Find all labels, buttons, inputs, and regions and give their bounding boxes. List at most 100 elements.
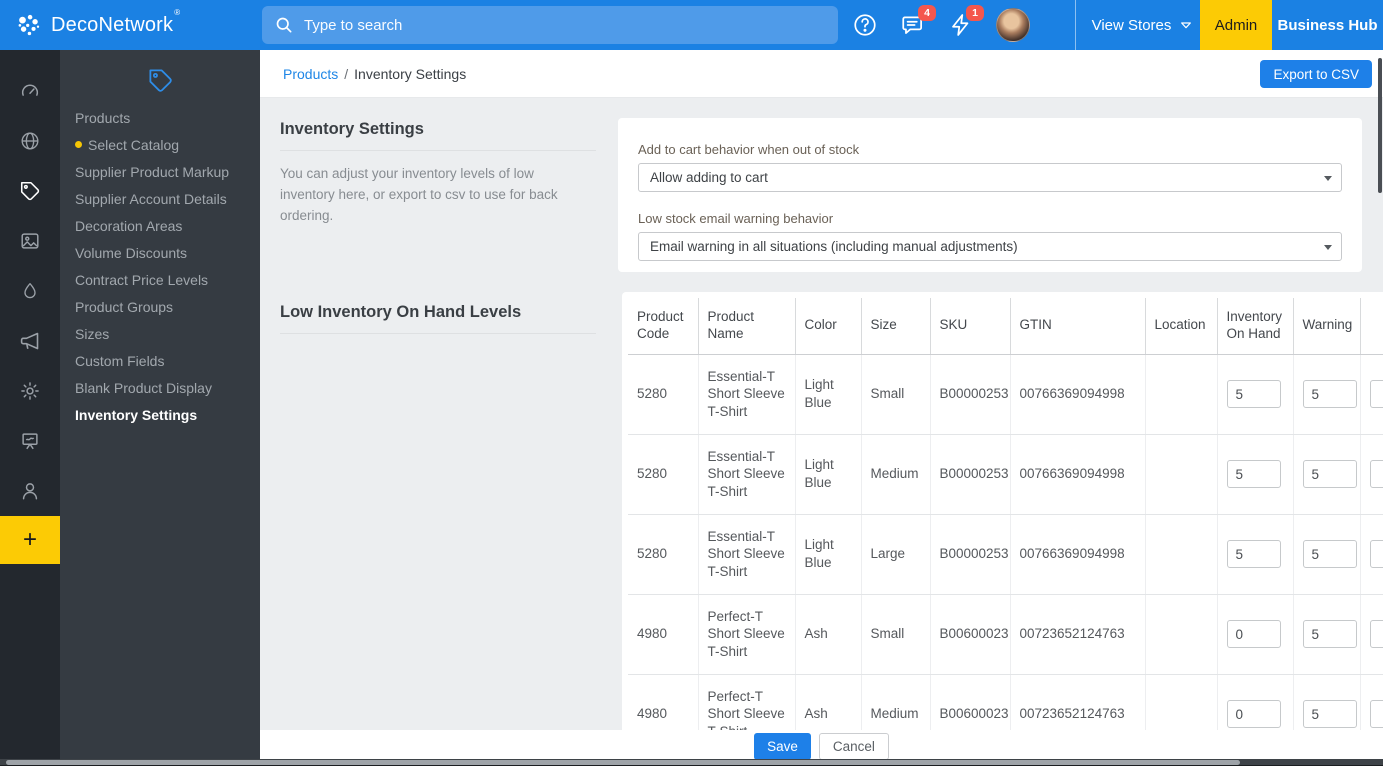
sidebar-item-volume-discounts[interactable]: Volume Discounts (60, 239, 260, 266)
cell-on_hand (1217, 594, 1293, 674)
sidebar-item-supplier-product-markup[interactable]: Supplier Product Markup (60, 158, 260, 185)
sidebar-item-label: Supplier Product Markup (75, 164, 229, 180)
table-row: 5280Essential-T Short Sleeve T-ShirtLigh… (628, 434, 1383, 514)
column-header-code: Product Code (628, 298, 698, 354)
dashboard-icon[interactable] (0, 66, 60, 116)
sidebar-item-inventory-settings[interactable]: Inventory Settings (60, 401, 260, 428)
on_hand-input[interactable] (1227, 620, 1281, 648)
table-row: 5280Essential-T Short Sleeve T-ShirtLigh… (628, 514, 1383, 594)
cell-name: Essential-T Short Sleeve T-Shirt (698, 434, 795, 514)
cell-warning (1293, 434, 1360, 514)
save-button[interactable]: Save (754, 733, 811, 760)
breadcrumb-products-link[interactable]: Products (283, 66, 338, 82)
cell-location (1145, 354, 1217, 434)
sidebar-item-decoration-areas[interactable]: Decoration Areas (60, 212, 260, 239)
cell-sku: B00600023 (930, 594, 1010, 674)
cell-location (1145, 514, 1217, 594)
column-header-color: Color (795, 298, 861, 354)
search-box[interactable] (262, 6, 838, 44)
sidebar-item-label: Contract Price Levels (75, 272, 208, 288)
droplet-icon[interactable] (0, 266, 60, 316)
vertical-scrollbar[interactable] (1378, 58, 1382, 193)
sidebar-menu-panel: Products Select Catalog Supplier Product M… (60, 50, 260, 766)
alerts-button[interactable]: 1 (948, 12, 974, 38)
table-row: 4980Perfect-T Short Sleeve T-ShirtAshMed… (628, 674, 1383, 730)
cell-extra (1360, 514, 1383, 594)
sidebar-item-label: Decoration Areas (75, 218, 182, 234)
megaphone-icon[interactable] (0, 316, 60, 366)
on_hand-input[interactable] (1227, 380, 1281, 408)
brand-logo[interactable]: DecoNetwork® (0, 12, 246, 38)
add-new-button[interactable]: + (0, 516, 60, 564)
search-input[interactable] (304, 17, 784, 34)
tab-admin[interactable]: Admin (1200, 0, 1272, 50)
extra-input[interactable] (1370, 700, 1383, 728)
messages-button[interactable]: 4 (900, 12, 926, 38)
inventory-table: Product CodeProduct NameColorSizeSKUGTIN… (628, 298, 1383, 730)
products-tag-icon[interactable] (0, 166, 60, 216)
low-stock-email-label: Low stock email warning behavior (638, 211, 1342, 226)
sidebar-item-select-catalog[interactable]: Select Catalog (60, 131, 260, 158)
sidebar-item-product-groups[interactable]: Product Groups (60, 293, 260, 320)
tab-business-hub[interactable]: Business Hub (1272, 0, 1383, 50)
sidebar-item-products[interactable]: Products (60, 104, 260, 131)
cell-gtin: 00766369094998 (1010, 354, 1145, 434)
cell-name: Essential-T Short Sleeve T-Shirt (698, 354, 795, 434)
customers-person-icon[interactable] (0, 466, 60, 516)
warning-input[interactable] (1303, 460, 1357, 488)
sidebar-item-blank-product-display[interactable]: Blank Product Display (60, 374, 260, 401)
cancel-button[interactable]: Cancel (819, 733, 889, 760)
cell-gtin: 00723652124763 (1010, 594, 1145, 674)
sidebar-item-label: Volume Discounts (75, 245, 187, 261)
cell-name: Perfect-T Short Sleeve T-Shirt (698, 594, 795, 674)
column-header-location: Location (1145, 298, 1217, 354)
out-of-stock-label: Add to cart behavior when out of stock (638, 142, 1342, 157)
top-bar: DecoNetwork® 4 1 View St (0, 0, 1383, 50)
view-stores-button[interactable]: View Stores (1090, 0, 1196, 50)
column-header-size: Size (861, 298, 930, 354)
cell-code: 5280 (628, 434, 698, 514)
cell-size: Small (861, 594, 930, 674)
cell-on_hand (1217, 434, 1293, 514)
low-stock-email-select[interactable]: Email warning in all situations (includi… (638, 232, 1342, 261)
settings-gear-icon[interactable] (0, 366, 60, 416)
cell-size: Medium (861, 434, 930, 514)
warning-input[interactable] (1303, 380, 1357, 408)
column-header-on_hand: Inventory On Hand (1217, 298, 1293, 354)
sidebar-item-supplier-account-details[interactable]: Supplier Account Details (60, 185, 260, 212)
help-button[interactable] (852, 12, 878, 38)
out-of-stock-value: Allow adding to cart (650, 170, 768, 185)
export-to-csv-button[interactable]: Export to CSV (1260, 60, 1372, 88)
extra-input[interactable] (1370, 540, 1383, 568)
warning-input[interactable] (1303, 540, 1357, 568)
horizontal-scrollbar-thumb[interactable] (6, 760, 1240, 765)
table-row: 5280Essential-T Short Sleeve T-ShirtLigh… (628, 354, 1383, 434)
cell-color: Light Blue (795, 354, 861, 434)
designer-easel-icon[interactable] (0, 416, 60, 466)
globe-icon[interactable] (0, 116, 60, 166)
cell-warning (1293, 674, 1360, 730)
warning-input[interactable] (1303, 700, 1357, 728)
sidebar-item-sizes[interactable]: Sizes (60, 320, 260, 347)
sidebar-item-label: Products (75, 110, 130, 126)
cell-warning (1293, 354, 1360, 434)
sidebar-item-custom-fields[interactable]: Custom Fields (60, 347, 260, 374)
extra-input[interactable] (1370, 460, 1383, 488)
sidebar: + Products Select Catalog Supplier Product… (0, 50, 260, 766)
extra-input[interactable] (1370, 380, 1383, 408)
media-image-icon[interactable] (0, 216, 60, 266)
cell-extra (1360, 594, 1383, 674)
out-of-stock-select[interactable]: Allow adding to cart (638, 163, 1342, 192)
on_hand-input[interactable] (1227, 700, 1281, 728)
cell-on_hand (1217, 514, 1293, 594)
sidebar-item-label: Select Catalog (88, 137, 179, 153)
horizontal-scrollbar-track[interactable] (0, 759, 1383, 766)
extra-input[interactable] (1370, 620, 1383, 648)
on_hand-input[interactable] (1227, 540, 1281, 568)
warning-input[interactable] (1303, 620, 1357, 648)
cell-sku: B00000253 (930, 514, 1010, 594)
sidebar-item-contract-price-levels[interactable]: Contract Price Levels (60, 266, 260, 293)
user-avatar[interactable] (996, 8, 1030, 42)
on_hand-input[interactable] (1227, 460, 1281, 488)
cell-color: Ash (795, 674, 861, 730)
